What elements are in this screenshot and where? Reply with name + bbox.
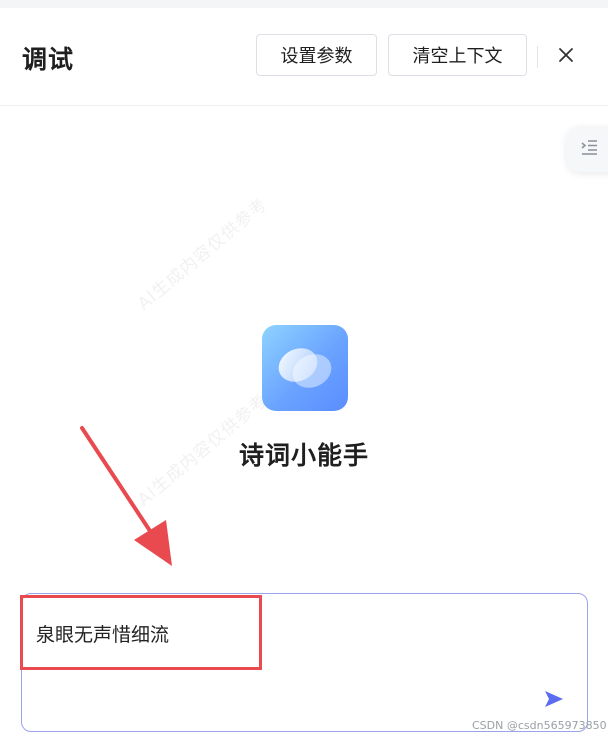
footer-credit: CSDN @csdn565973850 [472, 719, 607, 732]
send-icon[interactable] [543, 688, 565, 710]
annotation-highlight-box [20, 595, 262, 670]
